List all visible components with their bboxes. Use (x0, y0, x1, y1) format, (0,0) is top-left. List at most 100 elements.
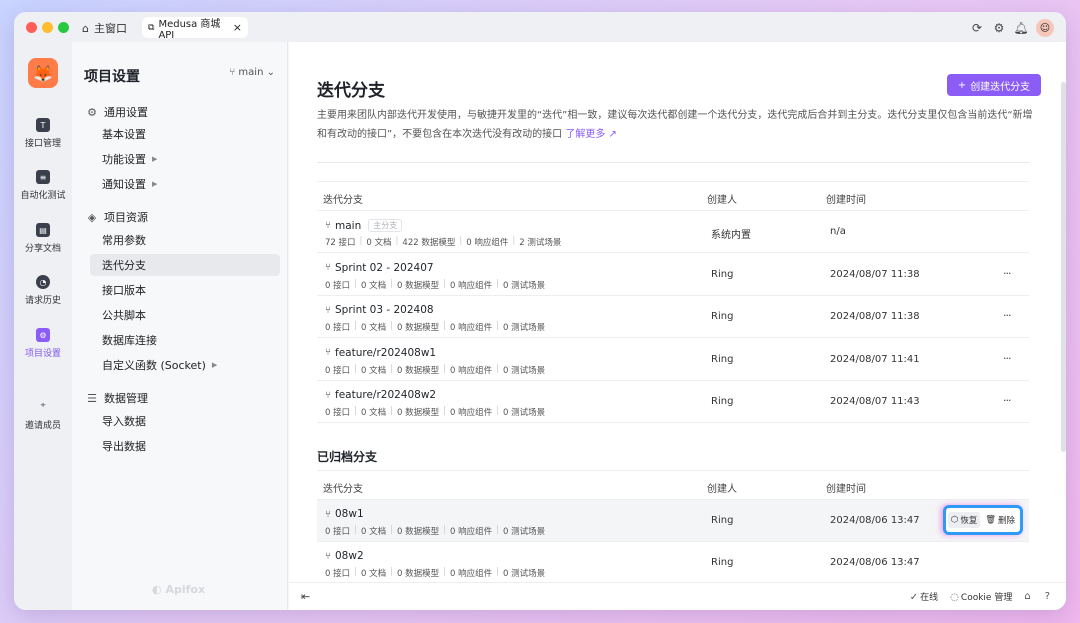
learn-more-link[interactable]: 了解更多 ↗ (565, 129, 617, 140)
sidebar-item-export-data[interactable]: 导出数据 (90, 435, 280, 457)
stat-separator: | (443, 525, 446, 535)
project-logo-icon[interactable]: 🦊 (28, 58, 58, 88)
table-row[interactable]: ⑂ Sprint 03 - 202408 0 接口 | 0 文档 | 0 数据模型 | 0 响应… (317, 296, 1029, 338)
create-branch-button[interactable]: + 创建迭代分支 (947, 74, 1041, 96)
more-actions-icon[interactable]: ··· (1003, 267, 1011, 280)
stat-count: 0 数据模型 (397, 365, 440, 376)
restore-button[interactable]: ⬡ 恢复 (947, 512, 981, 528)
branch-icon: ⑂ (325, 262, 331, 273)
column-header-created-time: 创建时间 (826, 195, 866, 206)
table-row[interactable]: ⑂ 08w1 0 接口 | 0 文档 | 0 数据模型 | 0 响应组件 | 0 测试场景 Ring 2… (317, 500, 1029, 542)
created-time-cell: 2024/08/07 11:38 (830, 268, 920, 280)
refresh-icon[interactable]: ⟳ (970, 21, 984, 35)
branch-icon: ⑂ (325, 304, 331, 316)
stat-separator: | (496, 363, 499, 374)
creator-cell: Ring (711, 353, 734, 365)
rail-item-history[interactable]: ◔ 请求历史 (14, 275, 72, 306)
sidebar-item-custom-functions[interactable]: 自定义函数 (Socket) ▶ (90, 354, 280, 376)
sidebar-item-common-params[interactable]: 常用参数 (90, 229, 280, 251)
sidebar-item-basic-settings[interactable]: 基本设置 (90, 123, 280, 145)
branch-stats: 0 接口 | 0 文档 | 0 数据模型 | 0 响应组件 | 0 测试场景 (325, 364, 545, 376)
rail-item-label: 邀请成员 (24, 421, 61, 431)
table-row[interactable]: ⑂ main 主分支 72 接口 | 0 文档 | 422 数据模型 | 0 响应组件 | 2 测试场… (317, 211, 1029, 253)
sidebar-item-label: 导入数据 (102, 415, 146, 428)
nav-group-general[interactable]: ⚙ 通用设置 (86, 104, 148, 120)
chevron-down-icon: ⌄ (266, 67, 275, 78)
sidebar-item-feature-settings[interactable]: 功能设置 ▶ (90, 148, 280, 170)
more-actions-icon[interactable]: ··· (1003, 352, 1011, 365)
branch-stats: 72 接口 | 0 文档 | 422 数据模型 | 0 响应组件 | 2 测试场景 (325, 236, 561, 248)
sidebar-item-import-data[interactable]: 导入数据 (90, 410, 280, 432)
stat-separator: | (496, 321, 499, 331)
stat-separator: | (354, 278, 357, 289)
restore-icon: ⬡ (950, 515, 959, 525)
settings-sidebar: 项目设置 ⑂ main ⌄ ⚙ 通用设置 基本设置 功能设置 ▶ 通知设置 ▶ … (72, 42, 288, 610)
creator-cell: Ring (711, 268, 734, 280)
cookie-icon: ◌ (950, 592, 959, 603)
collapse-sidebar-icon[interactable]: ⇤ (301, 590, 310, 603)
minimize-window-button[interactable] (42, 22, 53, 33)
tab-home[interactable]: ⌂ 主窗口 (82, 18, 127, 38)
sidebar-item-public-scripts[interactable]: 公共脚本 (90, 304, 280, 326)
table-row[interactable]: ⑂ feature/r202408w1 0 接口 | 0 文档 | 0 数据模型 | 0 响应组… (317, 338, 1029, 381)
rail-item-project-settings[interactable]: ⚙ 项目设置 (14, 328, 72, 359)
divider (317, 162, 1029, 163)
branch-selector[interactable]: ⑂ main ⌄ (229, 67, 275, 78)
archived-table-header: 迭代分支 创建人 创建时间 (317, 470, 1029, 500)
delete-button[interactable]: 🗑︎ 删除 (982, 512, 1018, 528)
created-time-cell: 2024/08/06 13:47 (830, 515, 920, 526)
nav-group-resources[interactable]: ◈ 项目资源 (86, 209, 148, 225)
nav-group-label: 数据管理 (104, 392, 148, 405)
stat-separator: | (443, 278, 446, 289)
branch-stats: 0 接口 | 0 文档 | 0 数据模型 | 0 响应组件 | 0 测试场景 (325, 406, 545, 418)
nav-group-data[interactable]: ☰ 数据管理 (86, 390, 148, 406)
app-rail: 🦊 T 接口管理 ≡ 自动化测试 ▤ 分享文档 ◔ 请求历史 ⚙ 项目设置 ⁺ … (14, 42, 72, 610)
gear-icon: ⚙ (87, 105, 97, 119)
stat-separator: | (496, 278, 499, 289)
table-row[interactable]: ⑂ 08w2 0 接口 | 0 文档 | 0 数据模型 | 0 响应组件 | 0 测试场景 Ring 2… (317, 542, 1029, 584)
branch-name-label: feature/r202408w2 (335, 389, 437, 401)
api-icon: T (36, 118, 50, 132)
stat-count: 0 文档 (366, 238, 392, 248)
stat-count: 422 数据模型 (402, 238, 456, 248)
rail-item-automation[interactable]: ≡ 自动化测试 (14, 170, 72, 201)
rail-item-invite[interactable]: ⁺ 邀请成员 (14, 400, 72, 431)
scrollbar[interactable] (1061, 82, 1066, 452)
tab-close-icon[interactable]: × (233, 21, 242, 34)
bell-icon[interactable]: 🔔︎ (1013, 21, 1028, 35)
maximize-window-button[interactable] (58, 22, 69, 33)
online-status[interactable]: ✓ 在线 (910, 590, 938, 603)
gear-icon[interactable]: ⚙ (992, 21, 1006, 35)
created-time-cell: n/a (830, 226, 846, 237)
column-header-branch: 迭代分支 (323, 484, 363, 495)
create-branch-label: 创建迭代分支 (970, 81, 1031, 93)
branch-name: ⑂ main 主分支 (325, 219, 403, 232)
branch-name-label: main (335, 219, 362, 232)
stat-separator: | (512, 236, 516, 246)
avatar[interactable]: ☺ (1036, 19, 1054, 37)
sidebar-item-label: 功能设置 (102, 153, 146, 166)
cookie-manager-button[interactable]: ◌ Cookie 管理 (950, 590, 1012, 603)
app-window: ⌂ 主窗口 ⧉ Medusa 商城 API × ⟳ ⚙ 🔔︎ ☺ 🦊 T 接口管… (14, 12, 1066, 610)
help-icon[interactable]: ? (1045, 591, 1050, 602)
rail-item-share-doc[interactable]: ▤ 分享文档 (14, 223, 72, 254)
sidebar-item-api-versions[interactable]: 接口版本 (90, 279, 280, 301)
tab-project[interactable]: ⧉ Medusa 商城 API × (142, 17, 248, 41)
sidebar-item-notification-settings[interactable]: 通知设置 ▶ (90, 173, 280, 195)
table-row[interactable]: ⑂ feature/r202408w2 0 接口 | 0 文档 | 0 数据模型 | 0 响应组… (317, 381, 1029, 423)
stat-count: 0 响应组件 (466, 238, 509, 248)
check-circle-icon: ✓ (909, 592, 919, 603)
nav-group-label: 通用设置 (104, 106, 148, 119)
more-actions-icon[interactable]: ··· (1003, 309, 1011, 322)
sidebar-item-db-connections[interactable]: 数据库连接 (90, 329, 280, 351)
close-window-button[interactable] (26, 22, 37, 33)
table-row[interactable]: ⑂ Sprint 02 - 202407 0 接口 | 0 文档 | 0 数据模型 | 0 响应… (317, 253, 1029, 296)
external-window-icon: ⧉ (148, 22, 155, 33)
creator-cell: Ring (711, 311, 734, 322)
rail-item-api-management[interactable]: T 接口管理 (14, 118, 72, 149)
more-actions-icon[interactable]: ··· (1003, 394, 1011, 407)
sidebar-item-branches[interactable]: 迭代分支 (90, 254, 280, 276)
shirt-icon[interactable]: ⌂ (1024, 591, 1030, 602)
branch-name: ⑂ Sprint 02 - 202407 (325, 262, 434, 274)
branch-stats: 0 接口 | 0 文档 | 0 数据模型 | 0 响应组件 | 0 测试场景 (325, 567, 545, 579)
